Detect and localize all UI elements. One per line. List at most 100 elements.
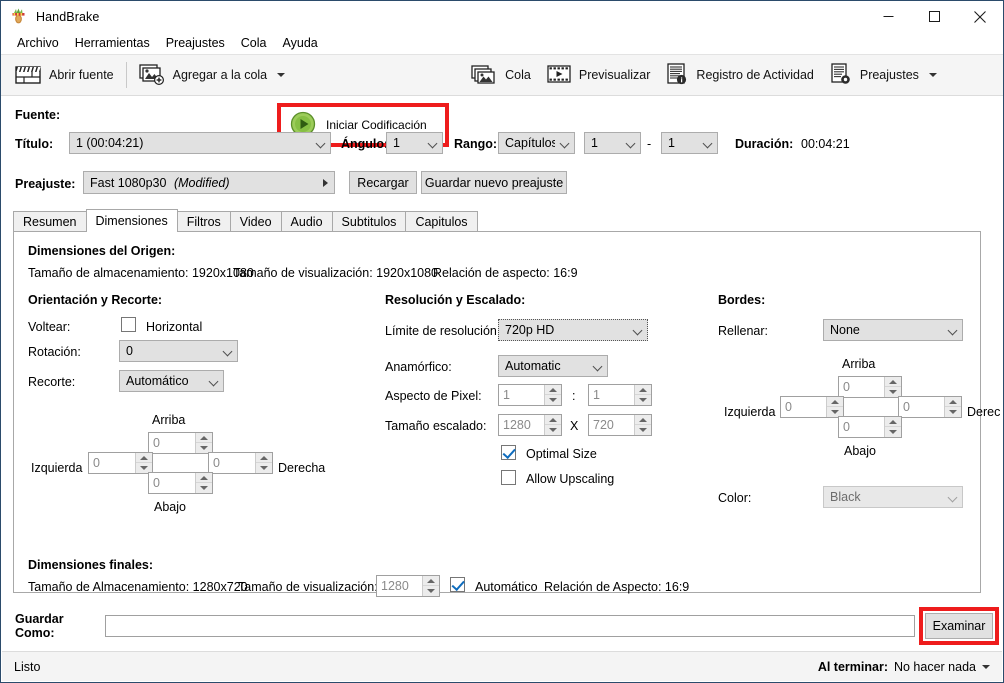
angle-select[interactable]: 1: [386, 132, 443, 154]
menu-item-ayuda[interactable]: Ayuda: [275, 34, 326, 52]
scaled-height-stepper[interactable]: 720: [588, 414, 652, 436]
stepper-buttons[interactable]: [884, 417, 901, 437]
stepper-buttons[interactable]: [634, 385, 651, 405]
stepper-down-button[interactable]: [545, 395, 561, 405]
tab-dimensiones[interactable]: Dimensiones: [85, 209, 178, 232]
pixel-aspect-den-stepper[interactable]: 1: [588, 384, 652, 406]
stepper-up-button[interactable]: [423, 576, 439, 586]
final-auto-checkbox[interactable]: [450, 577, 465, 592]
pad-bottom-value: 0: [843, 420, 850, 434]
range-end-select[interactable]: 1: [661, 132, 718, 154]
stepper-buttons[interactable]: [195, 473, 212, 493]
stepper-down-button[interactable]: [196, 483, 212, 493]
crop-left-stepper[interactable]: 0: [88, 452, 153, 474]
resolution-limit-select[interactable]: 720p HD: [498, 319, 648, 341]
chevron-down-icon[interactable]: [928, 73, 937, 77]
stepper-buttons[interactable]: [422, 576, 439, 596]
menu-item-cola[interactable]: Cola: [233, 34, 275, 52]
padding-select[interactable]: None: [823, 319, 963, 341]
final-display-size-stepper[interactable]: 1280: [376, 575, 440, 597]
menu-item-archivo[interactable]: Archivo: [9, 34, 67, 52]
crop-top-stepper[interactable]: 0: [148, 432, 213, 454]
save-as-input[interactable]: [105, 615, 915, 637]
crop-mode-select[interactable]: Automático: [119, 370, 224, 392]
tab-audio[interactable]: Audio: [280, 211, 333, 231]
stepper-buttons[interactable]: [255, 453, 272, 473]
activity-log-button[interactable]: Registro de Actividad: [658, 57, 821, 93]
stepper-up-button[interactable]: [885, 377, 901, 387]
anamorphic-select[interactable]: Automatic: [498, 355, 608, 377]
chevron-down-icon: [210, 377, 219, 386]
stepper-buttons[interactable]: [195, 433, 212, 453]
stepper-buttons[interactable]: [944, 397, 961, 417]
stepper-down-button[interactable]: [635, 425, 651, 435]
flip-horizontal-checkbox[interactable]: [121, 317, 136, 332]
stepper-up-button[interactable]: [136, 453, 152, 463]
browse-button[interactable]: Examinar: [925, 613, 993, 639]
range-type-select[interactable]: Capítulos: [498, 132, 575, 154]
stepper-up-button[interactable]: [196, 473, 212, 483]
stepper-up-button[interactable]: [196, 433, 212, 443]
queue-button[interactable]: Cola: [463, 57, 539, 93]
close-button[interactable]: [957, 1, 1003, 32]
stepper-buttons[interactable]: [634, 415, 651, 435]
add-to-queue-button[interactable]: Agregar a la cola: [131, 57, 294, 93]
pad-right-stepper[interactable]: 0: [898, 396, 962, 418]
pad-bottom-stepper[interactable]: 0: [838, 416, 902, 438]
stepper-up-button[interactable]: [545, 385, 561, 395]
range-start-select[interactable]: 1: [584, 132, 641, 154]
rotation-select[interactable]: 0: [119, 340, 238, 362]
chevron-down-icon[interactable]: [277, 73, 286, 77]
tab-capitulos[interactable]: Capitulos: [405, 211, 478, 231]
crop-bottom-stepper[interactable]: 0: [148, 472, 213, 494]
pixel-aspect-num-stepper[interactable]: 1: [498, 384, 562, 406]
allow-upscaling-checkbox[interactable]: [501, 470, 516, 485]
pad-left-stepper[interactable]: 0: [780, 396, 844, 418]
scaled-width-stepper[interactable]: 1280: [498, 414, 562, 436]
stepper-down-button[interactable]: [423, 586, 439, 596]
stepper-up-button[interactable]: [635, 385, 651, 395]
open-source-button[interactable]: Abrir fuente: [7, 57, 122, 93]
stepper-down-button[interactable]: [256, 463, 272, 473]
stepper-down-button[interactable]: [885, 427, 901, 437]
stepper-buttons[interactable]: [544, 385, 561, 405]
menu-item-herramientas[interactable]: Herramientas: [67, 34, 158, 52]
stepper-up-button[interactable]: [256, 453, 272, 463]
start-encode-label: Iniciar Codificación: [326, 118, 427, 132]
preset-select[interactable]: Fast 1080p30 (Modified): [83, 171, 335, 194]
title-select[interactable]: 1 (00:04:21): [69, 132, 331, 154]
stepper-up-button[interactable]: [945, 397, 961, 407]
stepper-up-button[interactable]: [545, 415, 561, 425]
stepper-buttons[interactable]: [135, 453, 152, 473]
tab-video[interactable]: Video: [229, 211, 282, 231]
when-done-control[interactable]: Al terminar: No hacer nada: [818, 660, 990, 674]
allow-upscaling-label: Allow Upscaling: [526, 472, 615, 486]
title-label: Título:: [15, 137, 54, 151]
stepper-buttons[interactable]: [544, 415, 561, 435]
pad-top-stepper[interactable]: 0: [838, 376, 902, 398]
stepper-buttons[interactable]: [826, 397, 843, 417]
maximize-button[interactable]: [911, 1, 957, 32]
tab-resumen[interactable]: Resumen: [13, 211, 87, 231]
stepper-down-button[interactable]: [635, 395, 651, 405]
stepper-down-button[interactable]: [945, 407, 961, 417]
border-color-select[interactable]: Black: [823, 486, 963, 508]
crop-right-stepper[interactable]: 0: [208, 452, 273, 474]
main-toolbar: Abrir fuente Agregar a la cola Iniciar C…: [1, 54, 1003, 147]
preview-button[interactable]: Previsualizar: [539, 57, 659, 93]
reload-preset-button[interactable]: Recargar: [349, 171, 417, 194]
menu-item-preajustes[interactable]: Preajustes: [158, 34, 233, 52]
tab-subtitulos[interactable]: Subtitulos: [331, 211, 407, 231]
stepper-up-button[interactable]: [827, 397, 843, 407]
tab-filtros[interactable]: Filtros: [176, 211, 231, 231]
stepper-down-button[interactable]: [545, 425, 561, 435]
chevron-down-icon[interactable]: [982, 664, 990, 669]
pad-right-label: Derec: [967, 405, 1001, 419]
stepper-up-button[interactable]: [885, 417, 901, 427]
stepper-up-button[interactable]: [635, 415, 651, 425]
minimize-button[interactable]: [865, 1, 911, 32]
stepper-buttons[interactable]: [884, 377, 901, 397]
presets-toolbar-button[interactable]: Preajustes: [822, 57, 945, 93]
save-new-preset-button[interactable]: Guardar nuevo preajuste: [421, 171, 567, 194]
optimal-size-checkbox[interactable]: [501, 445, 516, 460]
